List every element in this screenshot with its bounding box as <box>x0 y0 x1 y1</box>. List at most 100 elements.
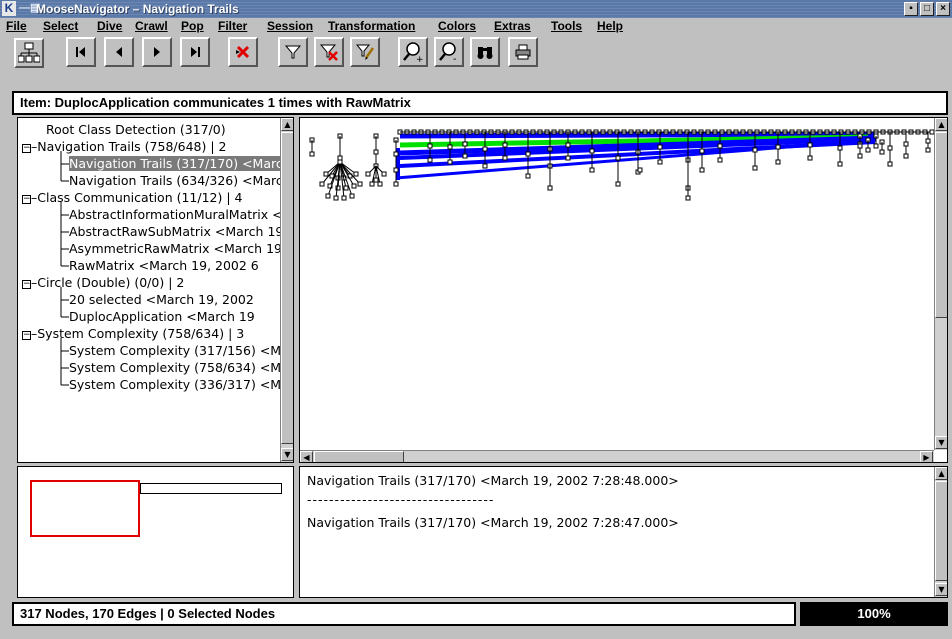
menu-help[interactable]: Help <box>597 19 623 33</box>
menu-tools[interactable]: Tools <box>551 19 582 33</box>
graph-node <box>873 143 879 149</box>
tree-node[interactable]: −–Class Communication (11/12) | 4 <box>22 189 243 206</box>
graph-node <box>887 145 893 151</box>
tree-leaf[interactable]: AbstractRawSubMatrix <March 19, 2002 <box>69 223 293 240</box>
close-icon: × <box>940 3 946 14</box>
canvas-scroll-left-arrow-icon[interactable]: ◀ <box>300 451 313 462</box>
log-vertical-scrollbar[interactable]: ▲ ▼ <box>934 467 947 597</box>
tree-expander-icon[interactable]: − <box>22 280 31 289</box>
last-button[interactable] <box>180 37 210 67</box>
canvas-vertical-scrollbar[interactable]: ▲ ▼ <box>934 118 947 450</box>
first-button[interactable] <box>66 37 96 67</box>
graph-node <box>427 143 433 149</box>
graph-node <box>343 185 349 191</box>
overview-viewport-rect[interactable] <box>30 480 140 537</box>
title-bar[interactable]: K —▤ MooseNavigator – Navigation Trails … <box>0 0 952 18</box>
iconify-button[interactable]: ▪ <box>904 2 918 16</box>
log-scroll-up-arrow-icon[interactable]: ▲ <box>935 467 947 480</box>
graph-node <box>837 161 843 167</box>
canvas-hscroll-thumb[interactable] <box>314 451 404 462</box>
tree-leaf[interactable]: RawMatrix <March 19, 2002 6 <box>69 257 259 274</box>
log-scroll-thumb[interactable] <box>935 481 947 581</box>
tree-leaf[interactable]: Navigation Trails (634/326) <March 19, 2… <box>69 172 293 189</box>
scroll-up-arrow-icon[interactable]: ▲ <box>281 118 293 131</box>
remove-filter-button[interactable] <box>314 37 344 67</box>
canvas-scroll-up-arrow-icon[interactable]: ▲ <box>935 118 947 131</box>
graph-node <box>657 144 663 150</box>
log-scroll-down-arrow-icon[interactable]: ▼ <box>935 583 947 596</box>
maximize-icon: □ <box>923 3 931 14</box>
tree-leaf[interactable]: AsymmetricRawMatrix <March 19, 2002 <box>69 240 293 257</box>
tree-item-label: System Complexity (317/156) <March <box>69 343 294 358</box>
graph-node <box>903 153 909 159</box>
minimize-icon: ▪ <box>909 3 913 14</box>
tree-item-label: DuplocApplication <March 19 <box>69 309 255 324</box>
tree-leaf[interactable]: 20 selected <March 19, 2002 <box>69 291 254 308</box>
menu-pop[interactable]: Pop <box>181 19 204 33</box>
tree-expander-icon[interactable]: − <box>22 331 31 340</box>
tree-vertical-scrollbar[interactable]: ▲ ▼ <box>280 118 293 462</box>
graph-node <box>353 171 359 177</box>
tree-node[interactable]: −–Circle (Double) (0/0) | 2 <box>22 274 184 291</box>
menu-session[interactable]: Session <box>267 19 313 33</box>
graph-node <box>393 181 399 187</box>
print-button[interactable] <box>508 37 538 67</box>
menu-select[interactable]: Select <box>43 19 78 33</box>
tree-leaf[interactable]: System Complexity (317/156) <March <box>69 342 294 359</box>
delete-button[interactable] <box>228 37 258 67</box>
canvas-vscroll-thumb[interactable] <box>935 132 947 318</box>
edit-filter-button[interactable] <box>350 37 380 67</box>
maximize-button[interactable]: □ <box>920 2 934 16</box>
zoom-in-button[interactable]: + <box>398 37 428 67</box>
item-info-bar: Item: DuplocApplication communicates 1 t… <box>12 91 948 115</box>
tree-leaf[interactable]: System Complexity (336/317) <March <box>69 376 293 393</box>
menu-filter[interactable]: Filter <box>218 19 247 33</box>
graph-canvas[interactable]: ▲ ▼ ◀ ▶ <box>299 117 948 463</box>
menu-transformation[interactable]: Transformation <box>328 19 415 33</box>
canvas-horizontal-scrollbar[interactable]: ◀ ▶ <box>300 450 934 462</box>
session-tree[interactable]: Root Class Detection (317/0) −–Navigation… <box>17 117 294 463</box>
canvas-scroll-right-arrow-icon[interactable]: ▶ <box>920 451 933 462</box>
tree-leaf[interactable]: AbstractInformationMuralMatrix <March 19 <box>69 206 293 223</box>
tree-leaf[interactable]: DuplocApplication <March 19 <box>69 308 255 325</box>
navigation-trail-graph[interactable] <box>300 118 934 448</box>
tree-node[interactable]: Root Class Detection (317/0) <box>46 121 226 138</box>
menu-extras[interactable]: Extras <box>494 19 531 33</box>
tree-node[interactable]: −–Navigation Trails (758/648) | 2 <box>22 138 226 155</box>
tree-expander-icon[interactable]: − <box>22 195 31 204</box>
tree-leaf[interactable]: System Complexity (758/634) <March <box>69 359 293 376</box>
kde-menu-icon[interactable]: K <box>2 1 16 16</box>
menu-file[interactable]: File <box>6 19 27 33</box>
filter-remove-icon <box>319 44 338 61</box>
tree-leaf[interactable]: Navigation Trails (317/170) <March 19, 2… <box>69 155 293 172</box>
canvas-scroll-down-arrow-icon[interactable]: ▼ <box>935 436 947 449</box>
graph-node <box>775 159 781 165</box>
forward-button[interactable] <box>142 37 172 67</box>
graph-node <box>837 145 843 151</box>
graph-node <box>637 167 643 173</box>
graph-node <box>337 155 343 161</box>
graph-node <box>699 148 705 154</box>
menu-dive[interactable]: Dive <box>97 19 122 33</box>
close-button[interactable]: × <box>936 2 950 16</box>
menu-colors[interactable]: Colors <box>438 19 476 33</box>
find-button[interactable] <box>470 37 500 67</box>
filter-button[interactable] <box>278 37 308 67</box>
tree-item-label: Navigation Trails (758/648) | 2 <box>37 139 227 154</box>
delete-x-icon <box>236 45 250 59</box>
tree-expander-icon[interactable]: − <box>22 144 31 153</box>
print-icon <box>515 44 531 60</box>
graph-node <box>369 181 375 187</box>
hierarchy-button[interactable] <box>14 38 44 68</box>
zoom-out-button[interactable]: - <box>434 37 464 67</box>
tree-node[interactable]: −–System Complexity (758/634) | 3 <box>22 325 244 342</box>
menu-crawl[interactable]: Crawl <box>135 19 168 33</box>
back-button[interactable] <box>104 37 134 67</box>
graph-node <box>657 159 663 165</box>
tree-scroll-thumb[interactable] <box>281 132 293 444</box>
graph-node <box>341 195 347 201</box>
tree-item-label: AsymmetricRawMatrix <March 19, 2002 <box>69 241 293 256</box>
overview-minimap[interactable] <box>17 466 294 598</box>
graph-node <box>373 177 379 183</box>
scroll-down-arrow-icon[interactable]: ▼ <box>281 448 293 461</box>
